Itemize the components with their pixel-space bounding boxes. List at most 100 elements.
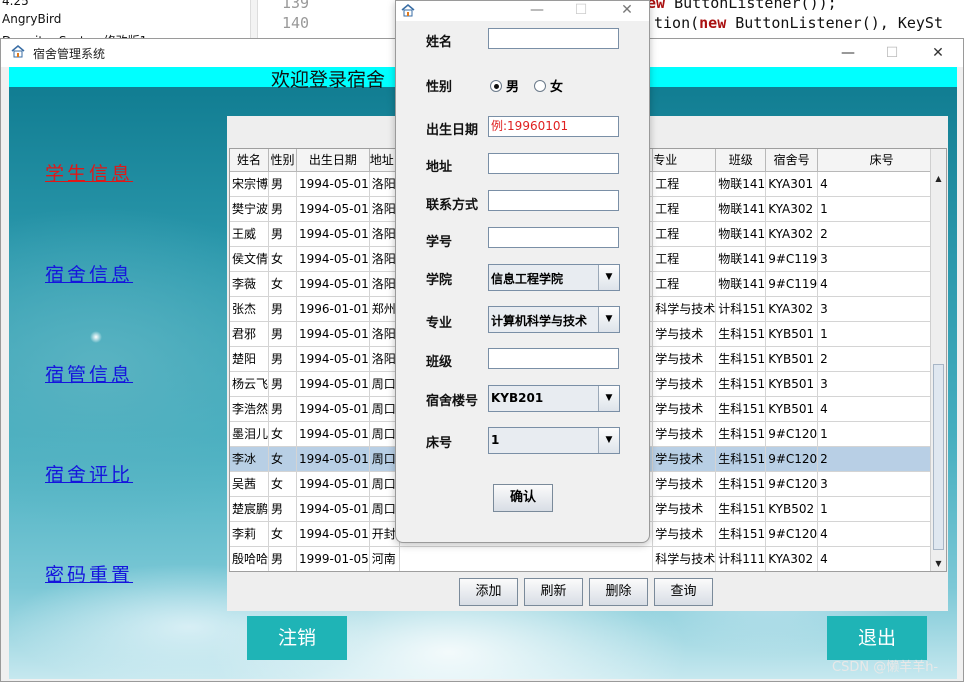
cell-dorm[interactable]: 9#C120 bbox=[765, 471, 819, 497]
cell-major[interactable]: 学与技术 bbox=[652, 496, 717, 522]
cell-major[interactable]: 工程 bbox=[652, 271, 717, 297]
cell-sex[interactable]: 男 bbox=[268, 396, 297, 422]
cell-name[interactable]: 楚宸鹏 bbox=[230, 496, 270, 522]
birth-field[interactable]: 例:19960101 bbox=[488, 116, 619, 137]
cell-major[interactable]: 科学与技术 bbox=[652, 296, 717, 322]
cell-birth[interactable]: 1999-01-05 bbox=[296, 546, 370, 571]
cell-addr[interactable]: 河南 bbox=[369, 546, 400, 571]
cell-bed[interactable]: 2 bbox=[817, 221, 946, 247]
query-button[interactable]: 查询 bbox=[654, 578, 713, 606]
cell-bed[interactable]: 3 bbox=[817, 246, 946, 272]
class-field[interactable] bbox=[488, 348, 619, 369]
address-field[interactable] bbox=[488, 153, 619, 174]
cell-dorm[interactable]: KYA302 bbox=[765, 546, 819, 571]
cell-dorm[interactable]: KYB501 bbox=[765, 396, 819, 422]
cell-major[interactable]: 学与技术 bbox=[652, 521, 717, 547]
cell-dorm[interactable]: KYB501 bbox=[765, 321, 819, 347]
cell-major[interactable]: 学与技术 bbox=[652, 471, 717, 497]
cell-name[interactable]: 李冰 bbox=[230, 446, 270, 472]
cell-sex[interactable]: 男 bbox=[268, 496, 297, 522]
cell-birth[interactable]: 1994-05-01 bbox=[296, 521, 370, 547]
cell-sex[interactable]: 男 bbox=[268, 321, 297, 347]
cell-birth[interactable]: 1994-05-01 bbox=[296, 271, 370, 297]
cell-birth[interactable]: 1994-05-01 bbox=[296, 246, 370, 272]
chevron-down-icon[interactable]: ▼ bbox=[598, 386, 619, 411]
cell-name[interactable]: 樊宁波 bbox=[230, 196, 270, 222]
cell-birth[interactable]: 1994-05-01 bbox=[296, 396, 370, 422]
cell-name[interactable]: 楚阳 bbox=[230, 346, 270, 372]
cell-sex[interactable]: 男 bbox=[268, 221, 297, 247]
close-icon[interactable]: ✕ bbox=[614, 1, 640, 21]
cell-birth[interactable]: 1994-05-01 bbox=[296, 371, 370, 397]
sex-male-radio[interactable]: 男 bbox=[490, 76, 519, 95]
cell-dorm[interactable]: 9#C119 bbox=[765, 271, 819, 297]
cell-cls[interactable]: 生科151 bbox=[715, 421, 767, 447]
minimize-icon[interactable]: — bbox=[833, 42, 863, 64]
college-select[interactable]: 信息工程学院 ▼ bbox=[488, 264, 620, 291]
maximize-icon[interactable]: ☐ bbox=[568, 1, 594, 21]
cell-bed[interactable]: 2 bbox=[817, 446, 946, 472]
explorer-item[interactable]: AngryBird bbox=[2, 12, 61, 26]
nav-password-reset[interactable]: 密码重置 bbox=[45, 560, 133, 587]
cell-bed[interactable]: 2 bbox=[817, 346, 946, 372]
cell-sex[interactable]: 男 bbox=[268, 371, 297, 397]
cell-name[interactable]: 殷哈哈 bbox=[230, 546, 270, 571]
col-header-birth[interactable]: 出生日期 bbox=[296, 149, 370, 172]
dialog-titlebar[interactable]: — ☐ ✕ bbox=[396, 1, 649, 21]
cell-birth[interactable]: 1996-01-01 bbox=[296, 296, 370, 322]
cell-bed[interactable]: 4 bbox=[817, 546, 946, 571]
col-header-bed[interactable]: 床号 bbox=[817, 149, 946, 172]
cell-cls[interactable]: 生科151 bbox=[715, 471, 767, 497]
cell-cls[interactable]: 物联141 bbox=[715, 246, 767, 272]
cell-dorm[interactable]: 9#C120 bbox=[765, 446, 819, 472]
delete-button[interactable]: 删除 bbox=[589, 578, 648, 606]
cell-bed[interactable]: 3 bbox=[817, 296, 946, 322]
cell-cls[interactable]: 计科151 bbox=[715, 296, 767, 322]
cell-birth[interactable]: 1994-05-01 bbox=[296, 221, 370, 247]
chevron-down-icon[interactable]: ▼ bbox=[598, 307, 619, 332]
cell-cls[interactable]: 生科151 bbox=[715, 371, 767, 397]
cell-name[interactable]: 李莉 bbox=[230, 521, 270, 547]
cell-major[interactable]: 工程 bbox=[652, 221, 717, 247]
add-button[interactable]: 添加 bbox=[459, 578, 518, 606]
minimize-icon[interactable]: — bbox=[524, 1, 550, 21]
cell-bed[interactable]: 4 bbox=[817, 521, 946, 547]
cell-major[interactable]: 工程 bbox=[652, 171, 717, 197]
cell-sex[interactable]: 男 bbox=[268, 171, 297, 197]
cell-name[interactable]: 王威 bbox=[230, 221, 270, 247]
chevron-down-icon[interactable]: ▼ bbox=[598, 265, 619, 290]
cell-sex[interactable]: 男 bbox=[268, 546, 297, 571]
cell-sex[interactable]: 男 bbox=[268, 346, 297, 372]
cell-name[interactable]: 君邪 bbox=[230, 321, 270, 347]
cell-name[interactable]: 宋宗博 bbox=[230, 171, 270, 197]
cell-dorm[interactable]: KYA302 bbox=[765, 196, 819, 222]
confirm-button[interactable]: 确认 bbox=[493, 484, 553, 512]
cell-sex[interactable]: 男 bbox=[268, 196, 297, 222]
cell-dorm[interactable]: KYB501 bbox=[765, 346, 819, 372]
contact-field[interactable] bbox=[488, 190, 619, 211]
cell-birth[interactable]: 1994-05-01 bbox=[296, 421, 370, 447]
cell-major[interactable]: 学与技术 bbox=[652, 321, 717, 347]
cell-bed[interactable]: 4 bbox=[817, 271, 946, 297]
cell-major[interactable]: 学与技术 bbox=[652, 396, 717, 422]
cell-cls[interactable]: 计科111 bbox=[715, 546, 767, 571]
student-id-field[interactable] bbox=[488, 227, 619, 248]
cell-cls[interactable]: 物联141 bbox=[715, 221, 767, 247]
col-header-dorm[interactable]: 宿舍号 bbox=[765, 149, 819, 172]
sex-female-radio[interactable]: 女 bbox=[534, 76, 563, 95]
cell-cls[interactable]: 物联141 bbox=[715, 196, 767, 222]
bed-select[interactable]: 1 ▼ bbox=[488, 427, 620, 454]
cell-cls[interactable]: 生科151 bbox=[715, 396, 767, 422]
cell-sex[interactable]: 女 bbox=[268, 246, 297, 272]
cell-cls[interactable]: 生科151 bbox=[715, 346, 767, 372]
cell-dorm[interactable]: KYB502 bbox=[765, 496, 819, 522]
col-header-class[interactable]: 班级 bbox=[715, 149, 767, 172]
cell-bed[interactable]: 3 bbox=[817, 471, 946, 497]
cell-major[interactable]: 学与技术 bbox=[652, 346, 717, 372]
cell-birth[interactable]: 1994-05-01 bbox=[296, 321, 370, 347]
cell-bed[interactable]: 1 bbox=[817, 321, 946, 347]
building-select[interactable]: KYB201 ▼ bbox=[488, 385, 620, 412]
cell-name[interactable]: 侯文倩 bbox=[230, 246, 270, 272]
cell-birth[interactable]: 1994-05-01 bbox=[296, 171, 370, 197]
cell-bed[interactable]: 4 bbox=[817, 396, 946, 422]
